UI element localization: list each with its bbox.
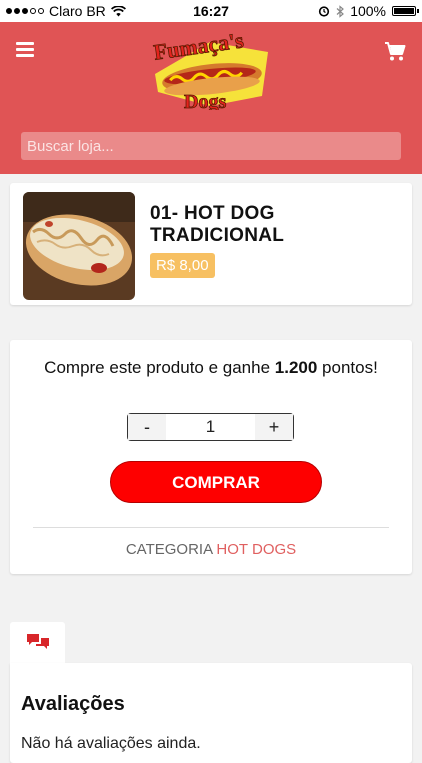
status-right: 100%	[318, 3, 419, 19]
battery-percent: 100%	[350, 3, 386, 19]
quantity-increase-button[interactable]: +	[255, 414, 293, 440]
buy-button[interactable]: COMPRAR	[110, 461, 322, 503]
product-card: 01- HOT DOG TRADICIONAL R$ 8,00	[10, 183, 412, 305]
points-prefix: Compre este produto e ganhe	[44, 358, 275, 377]
bluetooth-icon	[336, 4, 345, 18]
category-link[interactable]: HOT DOGS	[216, 541, 296, 558]
product-title: 01- HOT DOG TRADICIONAL	[150, 203, 285, 246]
price-badge: R$ 8,00	[150, 253, 215, 278]
reviews-title: Avaliações	[21, 693, 125, 715]
cart-icon[interactable]	[384, 40, 406, 62]
chat-bubbles-icon	[27, 634, 49, 649]
product-image	[23, 192, 135, 300]
purchase-card: Compre este produto e ganhe 1.200 pontos…	[10, 340, 412, 574]
hamburger-menu-icon[interactable]	[16, 42, 34, 57]
category-line: CATEGORIA HOT DOGS	[10, 541, 412, 558]
points-suffix: pontos!	[317, 358, 378, 377]
search-input[interactable]	[21, 132, 401, 160]
reviews-empty-message: Não há avaliações ainda.	[21, 735, 201, 752]
quantity-stepper: - 1 +	[127, 413, 294, 441]
alarm-icon	[319, 6, 330, 17]
battery-icon	[392, 6, 419, 16]
points-value: 1.200	[274, 358, 318, 377]
store-logo: Fumaça's Dogs	[152, 30, 268, 110]
quantity-value[interactable]: 1	[166, 417, 255, 437]
points-message: Compre este produto e ganhe 1.200 pontos…	[10, 358, 412, 378]
category-label: CATEGORIA	[125, 541, 213, 558]
divider	[33, 527, 389, 528]
app-header: Fumaça's Dogs	[0, 22, 422, 174]
logo-text-bottom: Dogs	[184, 91, 226, 110]
quantity-decrease-button[interactable]: -	[128, 414, 166, 440]
tab-reviews[interactable]	[10, 622, 65, 666]
reviews-card: Avaliações Não há avaliações ainda.	[10, 663, 412, 763]
status-bar: Claro BR 16:27 100%	[0, 0, 422, 22]
